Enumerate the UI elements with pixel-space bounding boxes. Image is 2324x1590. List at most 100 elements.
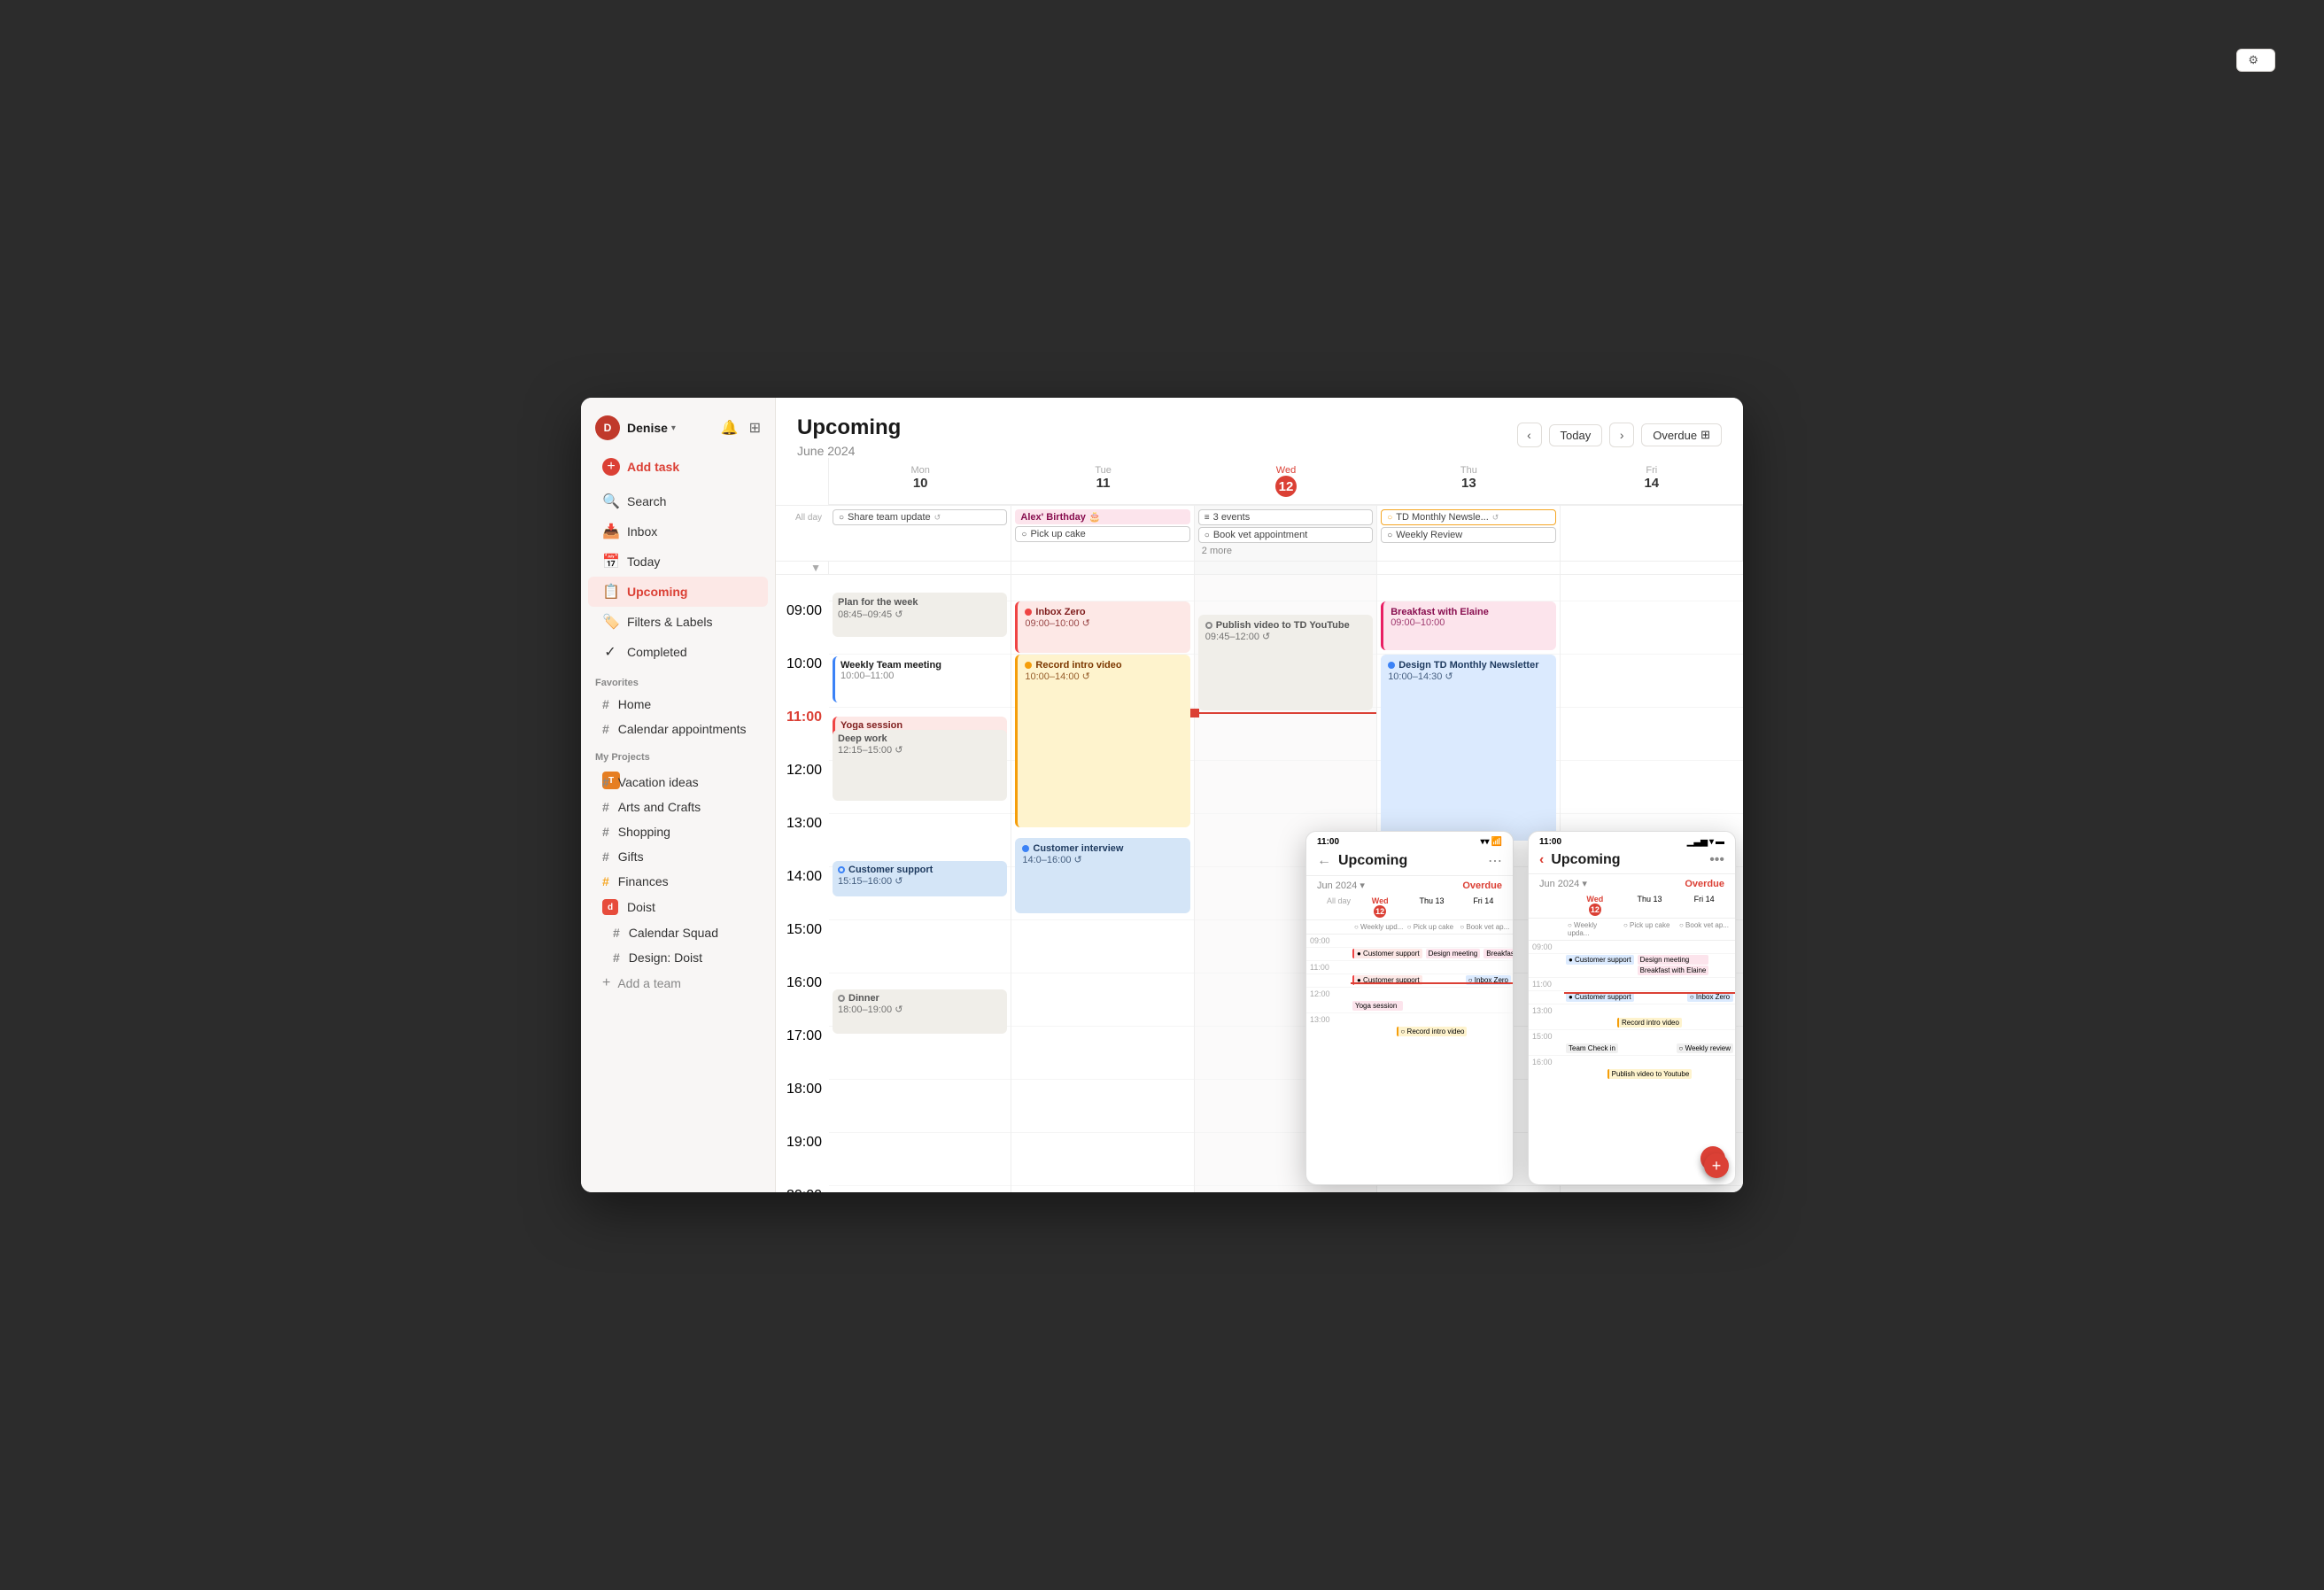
event-customer-support[interactable]: Customer support 15:15–16:00 ↺ [833, 861, 1007, 896]
sidebar-item-doist[interactable]: d Doist [588, 894, 768, 920]
2-more-link[interactable]: 2 more [1198, 545, 1373, 557]
spacer [1011, 562, 1194, 574]
time-1800: 18:00 [776, 1080, 829, 1133]
sidebar-item-upcoming[interactable]: 📋 Upcoming [588, 577, 768, 607]
hash-icon: # [613, 926, 620, 940]
time-indicator-dot [1190, 709, 1199, 717]
hour-wed-19 [1195, 1133, 1376, 1186]
all-day-mon10: ○ Share team update ↺ [829, 506, 1011, 561]
sync-icon: ↺ [1492, 513, 1499, 523]
all-day-wed12: ≡ 3 events ○ Book vet appointment 2 more [1195, 506, 1377, 561]
day-name-wed: Wed [1198, 465, 1374, 476]
event-customer-interview[interactable]: Customer interview 14:0–16:00 ↺ [1015, 838, 1189, 913]
hash-icon: # [602, 722, 609, 736]
sidebar-item-shopping[interactable]: # Shopping [588, 819, 768, 844]
hash-icon: # [602, 697, 609, 711]
app-window: D Denise ▾ 🔔 ⊞ + Add task 🔍 Search 📥 Inb… [581, 398, 1743, 1192]
circle-dot [838, 995, 845, 1002]
sidebar-item-today[interactable]: 📅 Today [588, 547, 768, 577]
event-inbox-zero[interactable]: Inbox Zero 09:00–10:00 ↺ [1015, 601, 1189, 653]
hour-fri-15 [1561, 920, 1743, 973]
time-scroll-area[interactable]: 09:00 10:00 11:00 12:00 13:00 14:00 15:0… [776, 575, 1743, 1192]
hour-mon-15 [829, 920, 1011, 973]
completed-label: Completed [627, 645, 687, 659]
event-plan-week[interactable]: Plan for the week 08:45–09:45 ↺ [833, 593, 1007, 637]
hour-wed-16 [1195, 973, 1376, 1027]
sidebar-item-inbox[interactable]: 📥 Inbox [588, 516, 768, 547]
hash-icon: # [602, 775, 609, 789]
day-name-mon: Mon [833, 465, 1008, 476]
nav-label-upcoming: Upcoming [627, 585, 687, 599]
event-name-row: Record intro video [1025, 660, 1182, 671]
chevron-down-icon[interactable]: ▾ [671, 423, 676, 433]
sidebar-item-home[interactable]: # Home [588, 692, 768, 717]
event-pickup-cake[interactable]: ○ Pick up cake [1015, 526, 1189, 542]
sidebar-item-vacation-ideas[interactable]: # Vacation ideas [588, 770, 768, 795]
next-arrow-button[interactable]: › [1609, 423, 1634, 447]
sidebar-item-design-doist[interactable]: # Design: Doist [588, 945, 768, 970]
spacer [1377, 575, 1559, 601]
col-tue11: Tue 11 [1011, 458, 1194, 505]
spacer [1561, 575, 1743, 601]
event-3events[interactable]: ≡ 3 events [1198, 509, 1373, 525]
layout-icon[interactable]: ⊞ [749, 419, 761, 437]
event-weekly-review[interactable]: ○ Weekly Review [1381, 527, 1555, 543]
hour-fri-14 [1561, 867, 1743, 920]
hash-icon: # [602, 825, 609, 839]
hour-tue-17 [1011, 1027, 1193, 1080]
event-publish-video[interactable]: Publish video to TD YouTube 09:45–12:00 … [1198, 615, 1373, 710]
nav-label-search: Search [627, 494, 666, 508]
event-alex-birthday[interactable]: Alex' Birthday 🎂 [1015, 509, 1189, 524]
spacer [1195, 575, 1376, 601]
event-book-vet[interactable]: ○ Book vet appointment [1198, 527, 1373, 543]
overdue-button[interactable]: Overdue ⊞ [1641, 423, 1722, 446]
day-col-thu13: Breakfast with Elaine 09:00–10:00 Design… [1377, 575, 1560, 1192]
add-team-button[interactable]: + Add a team [588, 970, 768, 997]
event-weekly-team[interactable]: Weekly Team meeting 10:00–11:00 [833, 656, 1007, 702]
orange-dot [1025, 662, 1032, 669]
event-name-row: Publish video to TD YouTube [1205, 620, 1366, 631]
sidebar-item-arts-crafts[interactable]: # Arts and Crafts [588, 795, 768, 819]
prev-arrow-button[interactable]: ‹ [1517, 423, 1542, 447]
sidebar-item-search[interactable]: 🔍 Search [588, 486, 768, 516]
sidebar-item-finances[interactable]: # Finances [588, 869, 768, 894]
time-1100: 11:00 [776, 708, 829, 761]
sidebar-item-filters[interactable]: 🏷️ Filters & Labels [588, 607, 768, 637]
event-deep-work[interactable]: Deep work 12:15–15:00 ↺ [833, 730, 1007, 801]
event-breakfast-elaine[interactable]: Breakfast with Elaine 09:00–10:00 [1381, 601, 1555, 650]
hour-mon-17 [829, 1027, 1011, 1080]
event-time: 08:45–09:45 ↺ [838, 609, 1002, 621]
event-title: Deep work [838, 733, 1002, 744]
sidebar-item-calendar-appointments[interactable]: # Calendar appointments [588, 717, 768, 741]
event-time: 10:00–11:00 [841, 671, 1002, 681]
today-icon: 📅 [602, 553, 618, 570]
add-task-button[interactable]: + Add task [588, 451, 768, 483]
sidebar-item-calendar-squad[interactable]: # Calendar Squad [588, 920, 768, 945]
hour-thu-15 [1377, 920, 1559, 973]
event-time: 09:00–10:00 [1391, 617, 1548, 628]
arts-crafts-label: Arts and Crafts [618, 800, 701, 814]
sidebar-item-gifts[interactable]: # Gifts [588, 844, 768, 869]
gifts-label: Gifts [618, 849, 644, 864]
bell-icon[interactable]: 🔔 [721, 419, 739, 437]
spacer [1561, 562, 1743, 574]
event-title: Customer interview [1033, 843, 1123, 854]
hour-fri-19 [1561, 1133, 1743, 1186]
expand-chevron[interactable]: ▼ [776, 562, 829, 574]
my-projects-label: My Projects [581, 741, 775, 766]
event-time: 18:00–19:00 ↺ [838, 1004, 1002, 1015]
event-td-monthly[interactable]: ○ TD Monthly Newsle... ↺ [1381, 509, 1555, 525]
event-title: Weekly Team meeting [841, 660, 1002, 671]
today-button[interactable]: Today [1549, 424, 1603, 446]
calendar-area: Mon 10 Tue 11 Wed 12 Thu 13 Fri 14 [776, 458, 1743, 1192]
fav-calendar-label: Calendar appointments [618, 722, 747, 736]
event-design-td-newsletter[interactable]: Design TD Monthly Newsletter 10:00–14:30… [1381, 655, 1555, 841]
sidebar-item-completed[interactable]: ✓ Completed [588, 637, 768, 667]
all-day-label: All day [776, 506, 829, 561]
view-button[interactable]: ⚙ [2236, 49, 2275, 72]
event-dinner[interactable]: Dinner 18:00–19:00 ↺ [833, 989, 1007, 1034]
hour-mon-19 [829, 1133, 1011, 1186]
event-share-team[interactable]: ○ Share team update ↺ [833, 509, 1007, 525]
event-record-intro[interactable]: Record intro video 10:00–14:00 ↺ [1015, 655, 1189, 827]
time-1300: 13:00 [776, 814, 829, 867]
